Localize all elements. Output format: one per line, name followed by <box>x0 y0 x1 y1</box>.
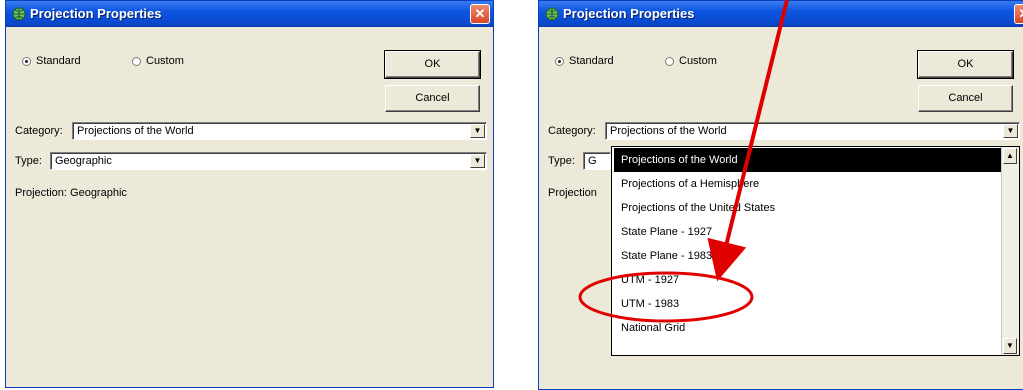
cancel-button[interactable]: Cancel <box>918 85 1013 112</box>
close-icon: ✕ <box>474 6 486 21</box>
category-select[interactable]: Projections of the World ▼ <box>72 122 487 140</box>
dropdown-option[interactable]: State Plane - 1927 <box>614 220 1002 244</box>
radio-custom-label: Custom <box>679 55 717 67</box>
radio-custom-label: Custom <box>146 55 184 67</box>
globe-icon <box>12 7 26 21</box>
dropdown-option[interactable]: Projections of the World <box>614 148 1002 172</box>
ok-button[interactable]: OK <box>917 50 1014 79</box>
radio-selected-indicator <box>22 57 31 66</box>
type-label: Type: <box>15 155 42 167</box>
category-value: Projections of the World <box>77 125 194 137</box>
type-select[interactable]: Geographic ▼ <box>50 152 487 170</box>
category-dropdown-list[interactable]: Projections of the World Projections of … <box>611 146 1020 356</box>
title-bar[interactable]: Projection Properties ✕ <box>539 1 1023 27</box>
close-icon: ✕ <box>1019 6 1023 21</box>
category-select[interactable]: Projections of the World ▼ <box>605 122 1020 140</box>
window-title: Projection Properties <box>30 6 162 21</box>
projection-text: Projection: Geographic <box>15 187 127 199</box>
ok-button[interactable]: OK <box>384 50 481 79</box>
dropdown-arrow-icon[interactable]: ▼ <box>470 124 485 138</box>
close-button[interactable]: ✕ <box>470 4 490 24</box>
dropdown-option[interactable]: State Plane - 1983 <box>614 244 1002 268</box>
dropdown-option[interactable]: Projections of the United States <box>614 196 1002 220</box>
dropdown-scrollbar[interactable]: ▲ ▼ <box>1001 147 1019 355</box>
dropdown-option[interactable]: UTM - 1927 <box>614 268 1002 292</box>
dropdown-option[interactable]: National Grid <box>614 316 1002 340</box>
projection-properties-dialog-right: Projection Properties ✕ Standard Custom … <box>538 0 1023 390</box>
radio-unselected-indicator <box>132 57 141 66</box>
type-select[interactable]: G <box>583 152 611 170</box>
dropdown-arrow-icon[interactable]: ▼ <box>1003 124 1018 138</box>
scroll-up-icon[interactable]: ▲ <box>1003 148 1017 164</box>
projection-properties-dialog-left: Projection Properties ✕ Standard Custom … <box>5 0 494 388</box>
dropdown-arrow-icon[interactable]: ▼ <box>470 154 485 168</box>
category-label: Category: <box>15 125 63 137</box>
title-bar[interactable]: Projection Properties ✕ <box>6 1 493 27</box>
type-label: Type: <box>548 155 575 167</box>
radio-standard-label: Standard <box>36 55 81 67</box>
type-value: G <box>588 155 597 167</box>
radio-selected-indicator <box>555 57 564 66</box>
category-label: Category: <box>548 125 596 137</box>
close-button[interactable]: ✕ <box>1014 4 1023 24</box>
category-value: Projections of the World <box>610 125 727 137</box>
cancel-button[interactable]: Cancel <box>385 85 480 112</box>
projection-text: Projection <box>548 187 597 199</box>
scroll-down-icon[interactable]: ▼ <box>1003 338 1017 354</box>
radio-unselected-indicator <box>665 57 674 66</box>
type-value: Geographic <box>55 155 112 167</box>
dropdown-option-utm-1983[interactable]: UTM - 1983 <box>614 292 1002 316</box>
window-title: Projection Properties <box>563 6 695 21</box>
dropdown-option[interactable]: Projections of a Hemisphere <box>614 172 1002 196</box>
globe-icon <box>545 7 559 21</box>
radio-standard-label: Standard <box>569 55 614 67</box>
